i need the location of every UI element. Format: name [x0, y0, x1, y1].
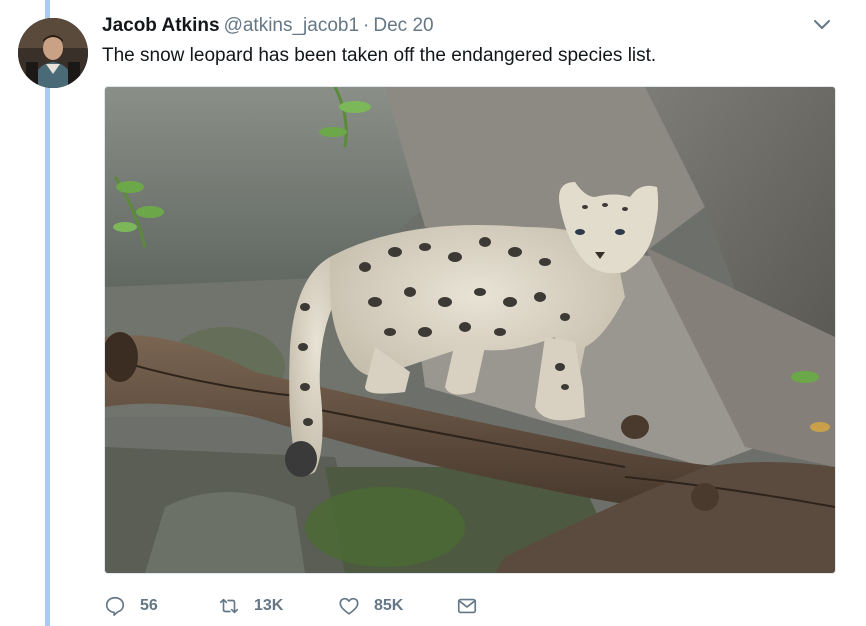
tweet-text: The snow leopard has been taken off the … [102, 45, 657, 66]
thread-line [45, 0, 50, 626]
retweet-count: 13K [254, 597, 284, 614]
author-name[interactable]: Jacob Atkins [102, 15, 220, 36]
tweet-actions: 56 13K 85K [104, 592, 504, 620]
reply-icon [105, 596, 125, 616]
retweet-icon [219, 598, 239, 614]
direct-message-button[interactable] [456, 592, 478, 620]
like-count: 85K [374, 597, 404, 614]
author-handle[interactable]: @atkins_jacob1 [224, 15, 359, 36]
tweet-date[interactable]: Dec 20 [373, 15, 433, 36]
tweet-header: Jacob Atkins @atkins_jacob1 · Dec 20 [102, 14, 434, 38]
chevron-down-icon [814, 20, 830, 29]
envelope-icon [457, 598, 477, 614]
separator-dot: · [363, 15, 370, 36]
tweet-menu-button[interactable] [812, 18, 832, 32]
avatar-image [18, 18, 88, 88]
retweet-button[interactable]: 13K [218, 592, 283, 620]
avatar[interactable] [18, 18, 88, 88]
heart-icon [339, 597, 359, 615]
reply-button[interactable]: 56 [104, 592, 158, 620]
reply-count: 56 [140, 597, 158, 614]
like-button[interactable]: 85K [338, 592, 403, 620]
tweet-media[interactable] [104, 86, 836, 574]
snow-leopard-photo [105, 87, 835, 573]
